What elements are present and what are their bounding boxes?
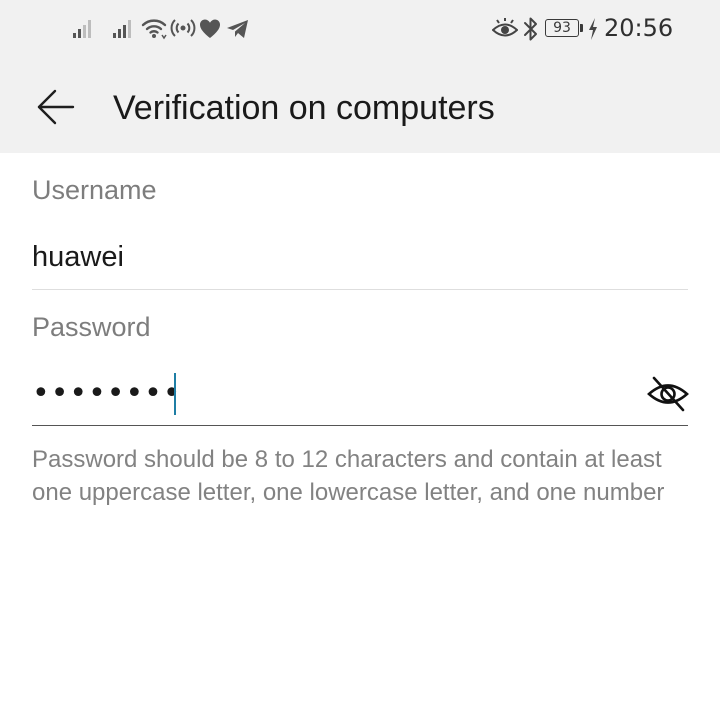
eye-off-icon — [647, 376, 689, 412]
status-time: 20:56 — [604, 14, 674, 42]
eye-comfort-icon — [492, 18, 518, 37]
password-visibility-toggle[interactable] — [646, 374, 690, 414]
password-input[interactable]: •••••••• — [32, 364, 690, 426]
hotspot-icon — [170, 19, 196, 37]
back-button[interactable] — [32, 84, 78, 130]
username-input[interactable]: huawei — [32, 230, 688, 290]
title-bar: Verification on computers — [0, 58, 720, 153]
password-label: Password — [32, 312, 151, 342]
page-title: Verification on computers — [113, 89, 495, 127]
status-bar: 93 20:56 — [0, 0, 720, 58]
username-label: Username — [32, 175, 157, 205]
battery-tip — [580, 24, 583, 32]
username-value: huawei — [32, 241, 124, 273]
password-value: •••••••• — [32, 376, 182, 411]
wifi-icon — [141, 19, 167, 40]
text-caret — [174, 373, 176, 415]
arrow-left-icon — [37, 89, 75, 125]
battery-level: 93 — [553, 20, 571, 36]
charging-icon — [589, 18, 597, 40]
heart-icon — [200, 19, 220, 38]
signal-2-icon — [113, 20, 131, 38]
telegram-icon — [227, 20, 248, 38]
password-helper-text: Password should be 8 to 12 characters an… — [32, 446, 665, 506]
screen: 93 20:56 Verification on computers Usern… — [0, 0, 720, 720]
battery-icon: 93 — [545, 19, 579, 37]
signal-1-icon — [73, 20, 91, 38]
bluetooth-icon — [524, 17, 537, 41]
